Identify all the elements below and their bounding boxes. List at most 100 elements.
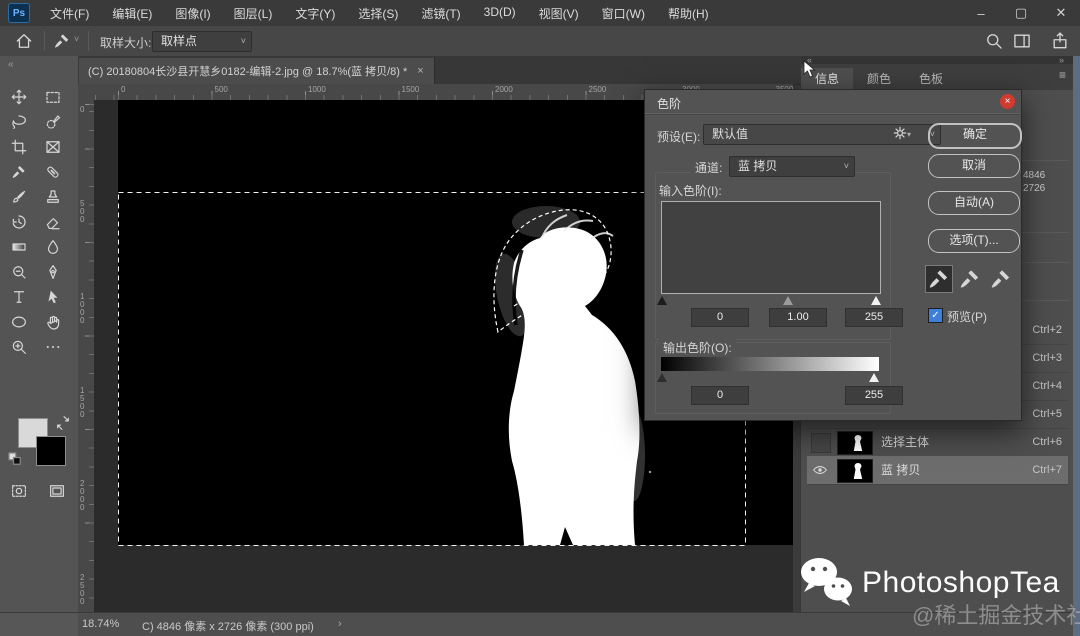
tool-eyedropper[interactable] — [8, 161, 30, 183]
tool-more[interactable] — [42, 336, 64, 358]
white-point-eyedropper-icon[interactable] — [987, 265, 1015, 293]
tool-healing-brush[interactable] — [42, 161, 64, 183]
eye-icon[interactable] — [812, 462, 828, 478]
menu-item[interactable]: 文件(F) — [50, 5, 89, 22]
share-icon[interactable] — [1050, 31, 1070, 51]
tool-lasso[interactable] — [8, 111, 30, 133]
document-title: (C) 20180804长沙县开慧乡0182-编辑-2.jpg @ 18.7%(… — [88, 66, 408, 78]
quick-mask-icon[interactable] — [8, 480, 30, 502]
tool-frame[interactable] — [42, 136, 64, 158]
input-gamma-field[interactable]: 1.00 — [769, 308, 827, 327]
status-bar-left — [0, 613, 78, 636]
toolbar: « — [0, 56, 79, 612]
menu-item[interactable]: 图像(I) — [175, 5, 210, 22]
tool-zoom[interactable] — [8, 336, 30, 358]
tool-blur[interactable] — [42, 236, 64, 258]
workspace-icon[interactable] — [1012, 31, 1032, 51]
menu-item[interactable]: 3D(D) — [484, 5, 516, 22]
input-black-slider[interactable] — [657, 296, 667, 305]
vertical-ruler[interactable]: 0 5 0 0 1 0 0 0 1 5 0 0 2 0 0 0 2 5 0 0 — [78, 100, 95, 612]
input-white-field[interactable]: 255 — [845, 308, 903, 327]
menu-item[interactable]: 文字(Y) — [295, 5, 335, 22]
photoshop-window: { "window": { "app_logo": "Ps", "control… — [0, 0, 1080, 636]
input-black-field[interactable]: 0 — [691, 308, 749, 327]
output-levels-label: 输出色阶(O): — [659, 339, 736, 356]
panel-tab-颜色[interactable]: 颜色 — [853, 68, 905, 90]
channel-dropdown[interactable]: 蓝 拷贝 ˅ — [729, 156, 855, 177]
mouse-cursor — [802, 60, 816, 81]
black-point-eyedropper-icon[interactable] — [925, 265, 953, 293]
tool-dodge[interactable] — [8, 261, 30, 283]
output-white-slider[interactable] — [869, 373, 879, 382]
tool-gradient[interactable] — [8, 236, 30, 258]
dialog-close-icon[interactable]: × — [1000, 94, 1015, 109]
watermark-community: @稀土掘金技术社区 — [912, 603, 1080, 628]
default-colors-icon[interactable] — [4, 448, 26, 470]
watermark-brand: PhotoshopTea — [862, 566, 1060, 599]
tool-history-brush[interactable] — [8, 211, 30, 233]
ruler-label: 2 5 0 0 — [80, 572, 85, 606]
divider — [645, 113, 1021, 114]
maximize-button[interactable]: ▢ — [1012, 5, 1030, 21]
close-tab-icon[interactable]: × — [417, 65, 423, 77]
menu-item[interactable]: 编辑(E) — [112, 5, 152, 22]
home-icon[interactable] — [14, 31, 34, 51]
close-button[interactable]: ✕ — [1052, 5, 1070, 21]
menu-item[interactable]: 帮助(H) — [668, 5, 709, 22]
output-black-field[interactable]: 0 — [691, 386, 749, 405]
menu-item[interactable]: 图层(L) — [234, 5, 273, 22]
tool-marquee[interactable] — [42, 86, 64, 108]
separator — [88, 31, 89, 51]
background-color-swatch[interactable] — [36, 436, 66, 466]
tool-preset-caret[interactable]: ˅ — [74, 34, 79, 44]
eyedropper-tool-icon[interactable] — [52, 31, 72, 51]
ruler-label: 1500 — [401, 85, 420, 94]
tool-brush[interactable] — [8, 186, 30, 208]
photoshop-logo: Ps — [8, 3, 30, 23]
auto-button[interactable]: 自动(A) — [928, 191, 1020, 215]
preview-checkbox[interactable]: ✓ — [928, 308, 943, 323]
levels-dialog[interactable]: 色阶 × 预设(E): 默认值 ˅ ▾ 通道: 蓝 拷贝 ˅ 输入色阶(I): 0 … — [644, 89, 1022, 421]
menu-item[interactable]: 选择(S) — [358, 5, 398, 22]
zoom-level-field[interactable]: 18.74% — [82, 618, 119, 630]
channel-shortcut: Ctrl+4 — [1032, 380, 1062, 392]
tool-crop[interactable] — [8, 136, 30, 158]
panel-tab-色板[interactable]: 色板 — [905, 68, 957, 90]
channel-row-蓝 拷贝[interactable]: 蓝 拷贝 Ctrl+7 — [807, 456, 1068, 485]
output-white-field[interactable]: 255 — [845, 386, 903, 405]
cancel-button[interactable]: 取消 — [928, 154, 1020, 178]
menu-item[interactable]: 滤镜(T) — [421, 5, 460, 22]
input-white-slider[interactable] — [871, 296, 881, 305]
options-button[interactable]: 选项(T)... — [928, 229, 1020, 253]
tool-move[interactable] — [8, 86, 30, 108]
tool-quick-select[interactable] — [42, 111, 64, 133]
menu-item[interactable]: 窗口(W) — [602, 5, 645, 22]
menu-bar: 文件(F) 编辑(E) 图像(I) 图层(L) 文字(Y) 选择(S) 滤镜(T) 3D(D)… — [50, 5, 709, 22]
status-chevron-icon[interactable]: › — [338, 618, 342, 630]
tool-clone-stamp[interactable] — [42, 186, 64, 208]
tool-eraser[interactable] — [42, 211, 64, 233]
document-tab[interactable]: (C) 20180804长沙县开慧乡0182-编辑-2.jpg @ 18.7%(… — [78, 58, 435, 84]
tool-shape[interactable] — [8, 311, 30, 333]
sample-size-dropdown[interactable]: 取样点 ˅ — [152, 31, 252, 52]
gray-point-eyedropper-icon[interactable] — [956, 265, 984, 293]
channel-shortcut: Ctrl+3 — [1032, 352, 1062, 364]
swap-colors-icon[interactable] — [52, 412, 74, 434]
tool-pen[interactable] — [42, 261, 64, 283]
output-black-slider[interactable] — [657, 373, 667, 382]
tool-path-select[interactable] — [42, 286, 64, 308]
search-icon[interactable] — [984, 31, 1004, 51]
input-gamma-slider[interactable] — [783, 296, 793, 305]
expand-panel-icon[interactable]: » — [1059, 56, 1064, 65]
screen-mode-icon[interactable] — [46, 480, 68, 502]
minimize-button[interactable]: – — [972, 6, 990, 21]
visibility-toggle[interactable] — [811, 433, 831, 453]
menu-item[interactable]: 视图(V) — [539, 5, 579, 22]
collapse-toolbar-icon[interactable]: « — [8, 59, 13, 70]
tool-type[interactable] — [8, 286, 30, 308]
ok-button[interactable]: 确定 — [928, 123, 1022, 149]
tool-hand[interactable] — [42, 311, 64, 333]
channel-row-选择主体[interactable]: 选择主体 Ctrl+6 — [807, 428, 1068, 457]
title-bar: Ps 文件(F) 编辑(E) 图像(I) 图层(L) 文字(Y) 选择(S) 滤镜(T) 3D… — [0, 0, 1080, 26]
panel-menu-icon[interactable]: ≡ — [1059, 68, 1066, 82]
